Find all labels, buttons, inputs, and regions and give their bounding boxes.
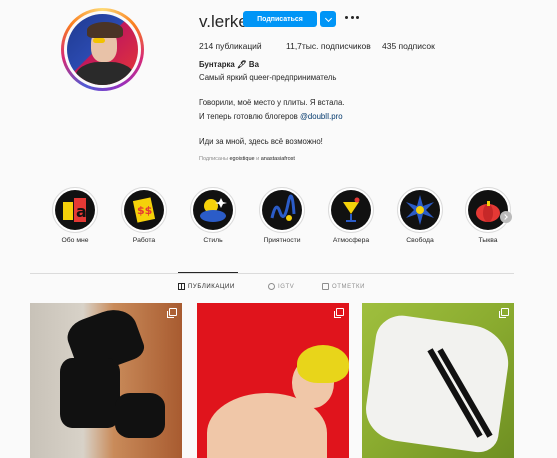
highlight-atmosfera[interactable]: Атмосфера [328,187,374,244]
svg-text:a: a [76,202,87,221]
bio-name: Бунтарка 🖋 Ва [199,60,259,69]
tabs-divider [30,273,514,274]
post-thumbnail[interactable] [362,303,514,458]
chevron-right-icon [502,214,508,220]
highlights-next-button[interactable] [500,211,512,223]
bio-line-1: Говорили, моё место у плиты. Я встала. [199,98,345,107]
stat-posts: 214 публикаций [199,41,262,51]
tab-tagged[interactable]: ОТМЕТКИ [322,283,365,290]
suggested-accounts-button[interactable] [320,11,336,27]
highlight-stil[interactable]: Стиль [190,187,236,244]
highlight-rabota[interactable]: $$ Работа [121,187,167,244]
multiple-photos-icon [499,308,509,318]
tab-igtv[interactable]: IGTV [268,283,294,290]
stat-followers[interactable]: 11,7тыс. подписчиков [286,41,371,51]
bio-category: Самый яркий queer-предприниматель [199,73,337,82]
grid-icon [178,283,185,290]
highlight-label: Атмосфера [332,237,370,244]
bio-link[interactable]: @doublI.pro [300,112,343,121]
bio-line-3: Иди за мной, здесь всё возможно! [199,137,323,146]
profile-avatar[interactable] [61,8,144,91]
igtv-icon [268,283,275,290]
cocktail-icon [343,197,360,222]
highlight-tykva[interactable]: Тыква [465,187,511,244]
letter-a-icon: a [63,198,87,222]
highlight-label: Работа [132,237,156,244]
multiple-photos-icon [334,308,344,318]
tab-label: ОТМЕТКИ [332,283,366,290]
followed-by-user-2[interactable]: anastasiafrost [261,156,295,162]
chevron-down-icon [324,14,332,22]
highlight-label: Приятности [263,237,301,244]
avatar-photo [67,14,138,85]
stat-following[interactable]: 435 подписок [382,41,435,51]
bio-line-2: И теперь готовлю блогеров @doublI.pro [199,112,343,121]
tab-label: ПУБЛИКАЦИИ [188,283,235,290]
post-thumbnail[interactable] [30,303,182,458]
multiple-photos-icon [167,308,177,318]
follow-button[interactable]: Подписаться [243,11,317,27]
post-thumbnail[interactable] [197,303,349,458]
squiggle-icon [270,194,296,221]
highlight-label: Обо мне [61,237,89,244]
highlight-priyatnosti[interactable]: Приятности [259,187,305,244]
active-tab-indicator [178,272,238,273]
highlight-svoboda[interactable]: Свобода [397,187,443,244]
bio-line-2-text: И теперь готовлю блогеров [199,112,300,121]
money-icon: $$ [132,197,156,223]
pumpkin-icon [476,201,500,222]
followed-by[interactable]: Подписаны egoistique и anastasiafrost [199,156,295,162]
followed-by-user-1[interactable]: egoistique [229,156,254,162]
starburst-icon [406,195,434,225]
tag-icon [322,283,329,290]
tab-posts[interactable]: ПУБЛИКАЦИИ [178,283,235,290]
highlight-obo-mne[interactable]: a Обо мне [52,187,98,244]
svg-text:$$: $$ [137,204,152,217]
cloud-icon [200,198,227,222]
more-options-icon[interactable] [345,16,359,20]
tab-label: IGTV [278,283,295,290]
profile-username: v.lerke [199,12,248,31]
highlight-label: Свобода [406,237,434,244]
highlight-label: Стиль [203,237,223,244]
highlight-label: Тыква [478,237,498,244]
